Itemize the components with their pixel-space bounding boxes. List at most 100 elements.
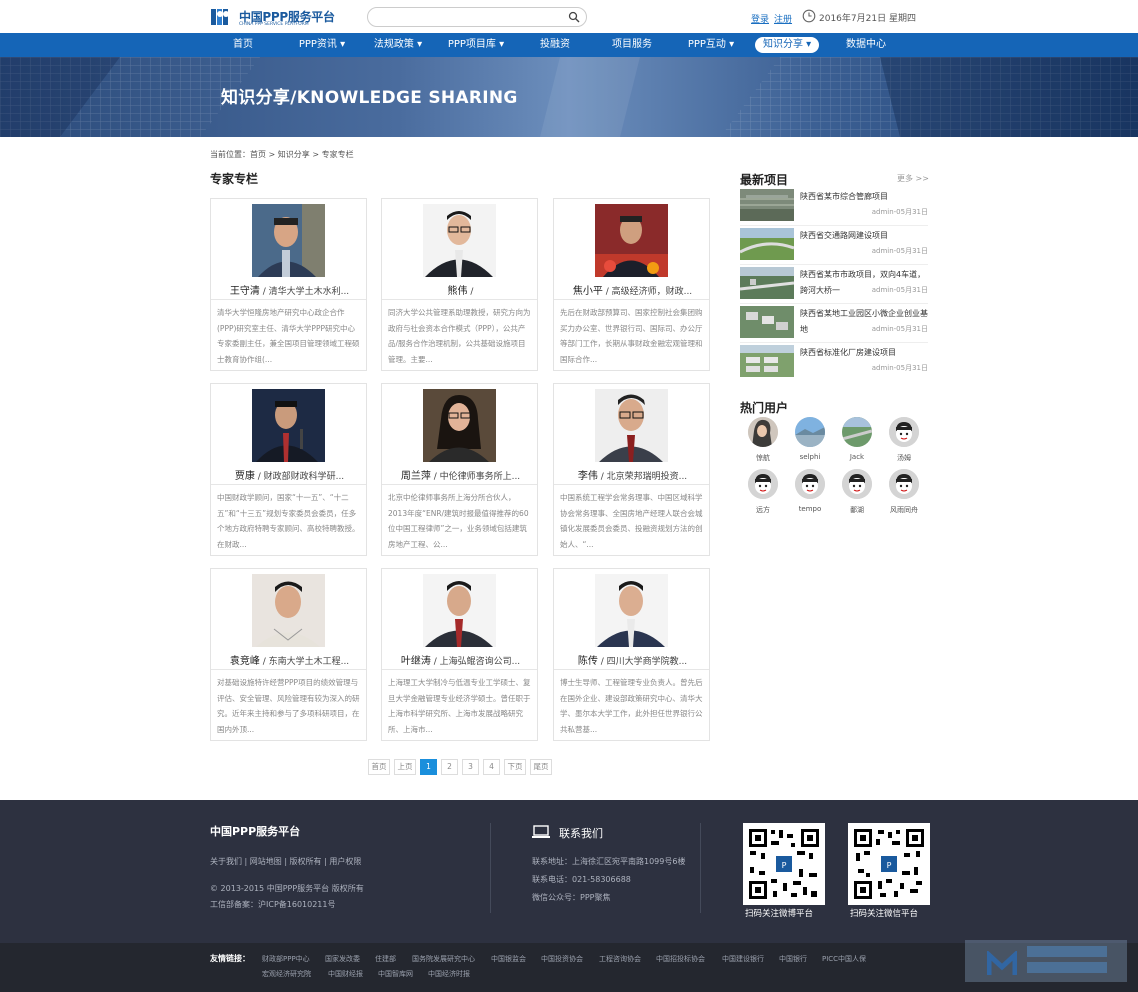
friend-link[interactable]: 工程咨询协会 (599, 954, 641, 964)
expert-card[interactable]: 王守清 / 清华大学土木水利... 清华大学恒隆房地产研究中心政企合作(PPP)… (210, 198, 367, 371)
expert-name-line: 周兰萍 / 中伦律师事务所上... (382, 467, 539, 482)
user-avatar[interactable] (748, 417, 778, 447)
register-link[interactable]: 注册 (774, 12, 792, 25)
user-item[interactable]: 鄱湖 (837, 469, 877, 517)
login-link[interactable]: 登录 (751, 12, 769, 25)
friend-link[interactable]: 财政部PPP中心 (262, 954, 310, 964)
expert-name-line: 贾康 / 财政部财政科学研... (211, 467, 368, 482)
user-name: selphi (799, 453, 821, 461)
expert-card[interactable]: 焦小平 / 高级经济师，财政... 先后在财政部预算司、国家控制社会集团购买力办… (553, 198, 710, 371)
project-thumbnail[interactable] (740, 345, 794, 377)
nav-item-knowledge-share[interactable]: 知识分享 ▾ (755, 37, 820, 53)
user-item[interactable]: Jack (837, 417, 877, 465)
nav-item-data-center[interactable]: 数据中心 (842, 33, 890, 57)
nav-item-ppp-interaction[interactable]: PPP互动 ▾ (683, 33, 739, 57)
project-item[interactable]: 陕西省交通路网建设项目 admin-05月31日 (740, 228, 928, 265)
expert-photo[interactable] (252, 574, 325, 647)
friend-link[interactable]: 中国银监会 (491, 954, 526, 964)
user-avatar[interactable] (795, 417, 825, 447)
friend-links-label: 友情链接： (210, 954, 250, 963)
expert-card[interactable]: 李伟 / 北京荣邦瑞明投资... 中国系统工程学会常务理事、中国区域科学协会常务… (553, 383, 710, 556)
user-avatar[interactable] (795, 469, 825, 499)
expert-photo[interactable] (423, 389, 496, 462)
expert-card[interactable]: 贾康 / 财政部财政科学研... 中国财政学顾问，国家“十一五”、“十二五”和“… (210, 383, 367, 556)
nav-item-project-library[interactable]: PPP项目库 ▾ (444, 33, 508, 57)
pager-page-3[interactable]: 3 (462, 759, 479, 775)
user-item[interactable]: 惊航 (743, 417, 783, 465)
friend-link[interactable]: 国家发改委 (325, 954, 360, 964)
friend-link[interactable]: 中国银行 (779, 954, 807, 964)
expert-card[interactable]: 周兰萍 / 中伦律师事务所上... 北京中伦律师事务所上海分所合伙人，2013年… (381, 383, 538, 556)
expert-card[interactable]: 熊伟 / 同济大学公共管理系助理教授，研究方向为政府与社会资本合作模式（PPP）… (381, 198, 538, 371)
friend-link[interactable]: 中国招投标协会 (656, 954, 705, 964)
more-link[interactable]: 更多 >> (897, 173, 929, 184)
expert-card[interactable]: 袁竞峰 / 东南大学土木工程... 对基础设施特许经营PPP项目的绩效管理与评估… (210, 568, 367, 741)
search-input[interactable] (376, 10, 566, 24)
project-item[interactable]: 陕西省标准化厂房建设项目 admin-05月31日 (740, 345, 928, 381)
banner-title: 知识分享/KNOWLEDGE SHARING (221, 88, 518, 108)
nav-item-project-service[interactable]: 项目服务 (608, 33, 656, 57)
user-item[interactable]: tempo (790, 469, 830, 517)
building-background-image (0, 57, 1138, 137)
project-thumbnail[interactable] (740, 189, 794, 221)
user-avatar[interactable] (889, 417, 919, 447)
user-item[interactable]: selphi (790, 417, 830, 465)
project-item[interactable]: 陕西省某地工业园区小微企业创业基地 admin-05月31日 (740, 306, 928, 343)
friend-link[interactable]: 中国建设银行 (722, 954, 764, 964)
expert-title: / 财政部财政科学研... (254, 472, 345, 482)
project-meta: admin-05月31日 (871, 208, 928, 216)
expert-card[interactable]: 陈传 / 四川大学商学院教... 博士生导师、工程管理专业负责人。曾先后在国外企… (553, 568, 710, 741)
user-item[interactable]: 汤姆 (884, 417, 924, 465)
contact-title: 联系我们 (559, 827, 603, 840)
user-item[interactable]: 风雨同舟 (884, 469, 924, 517)
expert-photo[interactable] (423, 574, 496, 647)
ppp-logo-icon (211, 9, 229, 25)
expert-description: 博士生导师、工程管理专业负责人。曾先后在国外企业、建设部政策研究中心、清华大学、… (560, 678, 703, 734)
pager-page-1[interactable]: 1 (420, 759, 437, 775)
expert-photo[interactable] (595, 389, 668, 462)
pager-first[interactable]: 首页 (368, 759, 390, 775)
friend-link[interactable]: 国务院发展研究中心 (412, 954, 475, 964)
friend-link[interactable]: PICC中国人保 (822, 954, 866, 964)
user-avatar[interactable] (889, 469, 919, 499)
nav-item-policy[interactable]: 法规政策 ▾ (370, 33, 426, 57)
breadcrumb: 当前位置：首页 > 知识分享 > 专家专栏 (210, 150, 354, 159)
pager-page-2[interactable]: 2 (441, 759, 458, 775)
nav-item-financing[interactable]: 投融资 (536, 33, 574, 57)
project-item[interactable]: 陕西省某市市政项目，双向4车道，跨河大桥一 admin-05月31日 (740, 267, 928, 304)
friend-link[interactable]: 中国智库网 (378, 969, 413, 979)
project-thumbnail[interactable] (740, 306, 794, 338)
expert-photo[interactable] (252, 389, 325, 462)
project-item[interactable]: 陕西省某市综合管廊项目 admin-05月31日 (740, 189, 928, 226)
latest-projects-title: 最新项目 (740, 173, 789, 187)
project-thumbnail[interactable] (740, 228, 794, 260)
pager-next[interactable]: 下页 (504, 759, 526, 775)
footer-links[interactable]: 关于我们 | 网站地图 | 版权所有 | 用户权限 (210, 856, 361, 867)
expert-name: 李伟 (577, 471, 598, 482)
user-avatar[interactable] (842, 469, 872, 499)
search-icon[interactable] (568, 11, 580, 23)
project-meta: admin-05月31日 (871, 286, 928, 294)
expert-photo[interactable] (252, 204, 325, 277)
expert-photo[interactable] (595, 204, 668, 277)
friend-link[interactable]: 宏观经济研究院 (262, 969, 311, 979)
friend-link[interactable]: 中国经济时报 (428, 969, 470, 979)
nav-item-ppp-news[interactable]: PPP资讯 ▾ (293, 33, 351, 57)
nav-item-home[interactable]: 首页 (227, 33, 259, 57)
user-avatar[interactable] (748, 469, 778, 499)
expert-title: / 上海弘鲲咨询公司... (430, 657, 521, 667)
friend-link[interactable]: 中国财经报 (328, 969, 363, 979)
project-title: 陕西省交通路网建设项目 (800, 231, 888, 240)
expert-card[interactable]: 叶继涛 / 上海弘鲲咨询公司... 上海理工大学制冷与低温专业工学硕士、复旦大学… (381, 568, 538, 741)
pager-last[interactable]: 尾页 (530, 759, 552, 775)
expert-photo[interactable] (595, 574, 668, 647)
friend-link[interactable]: 中国投资协会 (541, 954, 583, 964)
pager-page-4[interactable]: 4 (483, 759, 500, 775)
user-avatar[interactable] (842, 417, 872, 447)
expert-photo[interactable] (423, 204, 496, 277)
user-item[interactable]: 远方 (743, 469, 783, 517)
friend-link[interactable]: 住建部 (375, 954, 396, 964)
pager-prev[interactable]: 上页 (394, 759, 416, 775)
site-logo[interactable]: 中国PPP服务平台 CHINA PPP SERVICE PLATFORM (211, 7, 335, 29)
project-thumbnail[interactable] (740, 267, 794, 299)
